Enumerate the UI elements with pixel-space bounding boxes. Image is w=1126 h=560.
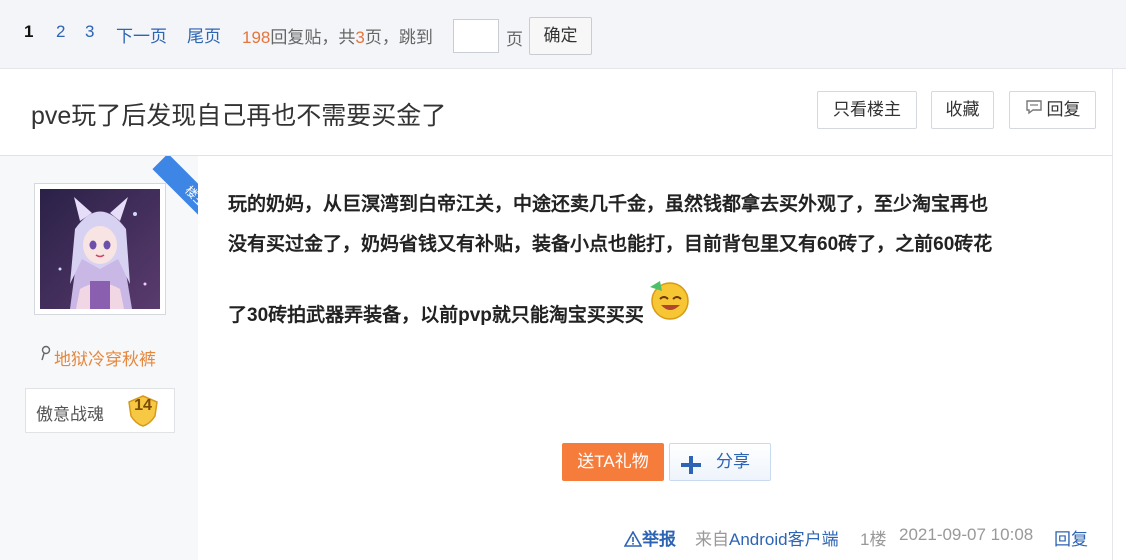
client-link[interactable]: Android客户端 [729, 530, 839, 549]
post-body: 玩的奶妈，从巨溟湾到白帝江关，中途还卖几千金，虽然钱都拿去买外观了，至少淘宝再也… [228, 185, 1088, 336]
send-gift-button[interactable]: 送TA礼物 [562, 443, 664, 481]
report-link[interactable]: 举报 [623, 525, 676, 552]
avatar-image [40, 189, 160, 309]
reply-button[interactable]: 回复 [1009, 91, 1096, 129]
pager-bar: 1 2 3 下一页 尾页 198回复贴，共3页，跳到 页 确定 [0, 0, 1126, 69]
reply-summary: 198回复贴，共3页，跳到 [242, 23, 433, 48]
favorite-button[interactable]: 收藏 [931, 91, 994, 129]
floor-number: 1楼 [860, 530, 887, 549]
post-line-3-text: 了30砖拍武器弄装备，以前pvp就只能淘宝买买买 [228, 305, 644, 326]
author-name[interactable]: 地狱冷穿秋裤 [40, 345, 156, 370]
reply-count: 198 [242, 28, 271, 47]
page-link-2[interactable]: 2 [56, 22, 65, 42]
share-plus-icon [680, 452, 702, 488]
reply-bubble-icon [1025, 93, 1043, 129]
total-pages: 3 [355, 28, 365, 47]
reply-button-label: 回复 [1046, 100, 1081, 119]
avatar[interactable] [34, 183, 166, 315]
last-page-link[interactable]: 尾页 [187, 22, 221, 47]
post-time: 2021-09-07 10:08 [899, 525, 1034, 544]
laughing-emoji-icon [646, 277, 690, 336]
reply-label: 回复贴，共 [270, 28, 356, 47]
post-source: 来自Android客户端 [695, 530, 839, 549]
share-button-label: 分享 [716, 452, 750, 471]
jump-label: 跳到 [398, 28, 433, 47]
share-button[interactable]: 分享 [669, 443, 771, 481]
page-link-3[interactable]: 3 [85, 22, 94, 42]
jump-page-input[interactable] [453, 19, 499, 53]
confirm-jump-button[interactable]: 确定 [529, 17, 592, 55]
post-reply-link[interactable]: 回复 [1054, 525, 1088, 550]
post-line-3: 了30砖拍武器弄装备，以前pvp就只能淘宝买买买 [228, 277, 1088, 336]
post-line-1: 玩的奶妈，从巨溟湾到白帝江关，中途还卖几千金，虽然钱都拿去买外观了，至少淘宝再也 [228, 194, 989, 215]
level-title: 傲意战魂 [36, 405, 104, 424]
next-page-link[interactable]: 下一页 [116, 22, 167, 47]
level-badge[interactable]: 傲意战魂 14 [25, 388, 175, 433]
scrollbar-track[interactable] [1112, 69, 1126, 560]
report-label: 举报 [642, 530, 676, 549]
warning-icon [623, 530, 643, 552]
author-name-label: 地狱冷穿秋裤 [54, 350, 156, 369]
gender-icon [40, 345, 52, 366]
thread-title: pve玩了后发现自己再也不需要买金了 [31, 102, 447, 130]
post-line-2: 没有买过金了，奶妈省钱又有补贴，装备小点也能打，目前背包里又有60砖了，之前60… [228, 234, 993, 255]
only-op-button[interactable]: 只看楼主 [817, 91, 917, 129]
pages-suffix: 页， [364, 28, 399, 47]
level-number: 14 [134, 397, 152, 414]
page-link-1[interactable]: 1 [24, 22, 33, 42]
page-unit-label: 页 [506, 30, 523, 49]
thread-header: pve玩了后发现自己再也不需要买金了 只看楼主 收藏 回复 [0, 69, 1112, 156]
